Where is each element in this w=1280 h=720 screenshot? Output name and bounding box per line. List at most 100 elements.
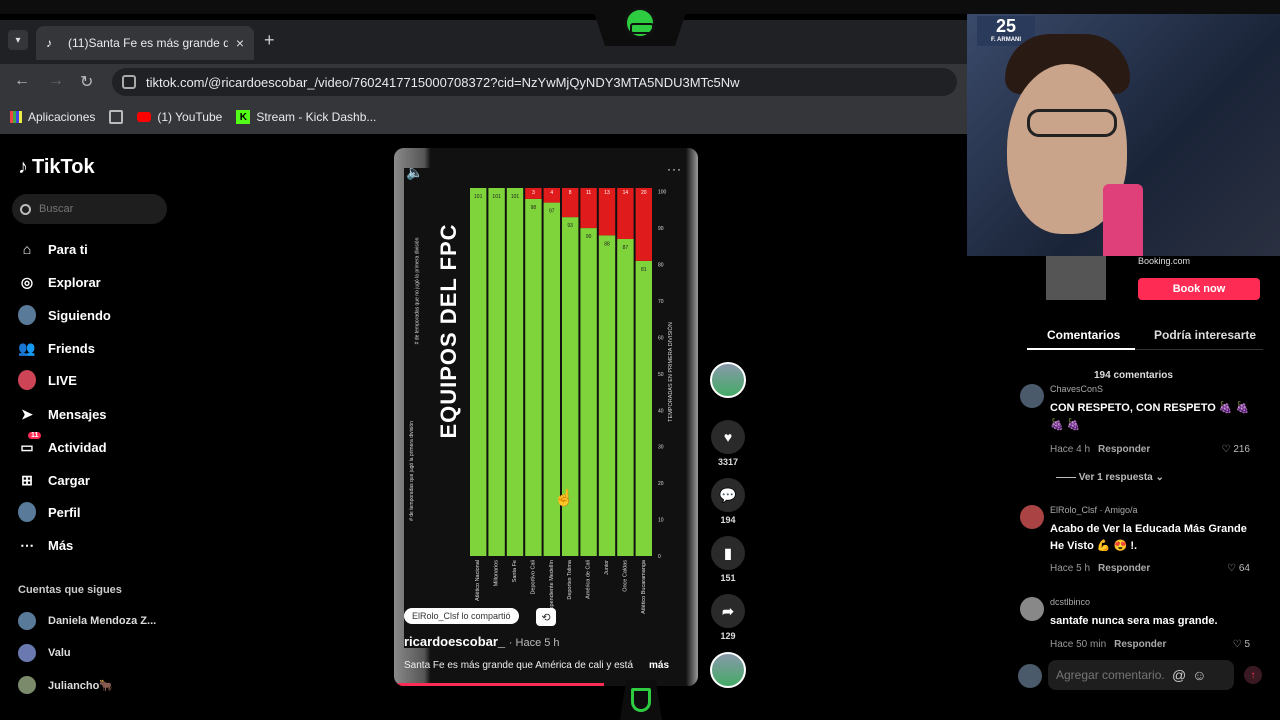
- more-options-icon[interactable]: ···: [667, 162, 682, 176]
- nav-friends[interactable]: 👥 Friends: [18, 339, 95, 357]
- caption-text: Santa Fe es más grande que América de ca…: [404, 660, 634, 671]
- share-button[interactable]: ➦ 129: [708, 594, 748, 641]
- avatar[interactable]: [1020, 384, 1044, 408]
- bar-value-label: 93: [567, 223, 573, 229]
- comment-input[interactable]: [1056, 668, 1166, 682]
- mention-icon[interactable]: @: [1172, 667, 1186, 683]
- forward-icon[interactable]: →: [48, 72, 64, 90]
- category-label: América de Cali: [586, 560, 592, 599]
- heart-icon: ♥: [711, 420, 745, 454]
- bookmark-youtube[interactable]: (1) YouTube: [137, 110, 222, 124]
- nav-perfil[interactable]: Perfil: [18, 502, 81, 522]
- more-link[interactable]: más: [649, 660, 669, 671]
- category-label: Junior: [604, 560, 610, 575]
- video-author[interactable]: ricardoescobar_ · Hace 5 h: [404, 634, 560, 649]
- y-tick-label: 0: [658, 554, 661, 560]
- new-tab-icon[interactable]: +: [264, 30, 275, 51]
- avatar[interactable]: [1020, 597, 1044, 621]
- search-input[interactable]: [39, 203, 149, 215]
- following-account[interactable]: Daniela Mendoza Z...: [18, 612, 156, 630]
- following-account[interactable]: Julianchо🐂: [18, 676, 113, 694]
- tiktok-logo[interactable]: ♪ TikTok: [18, 156, 95, 179]
- bar-value-label: 101: [492, 194, 501, 200]
- save-button[interactable]: ▮ 151: [708, 536, 748, 583]
- site-settings-icon[interactable]: [122, 75, 136, 89]
- comment-author[interactable]: dcstlbinco: [1050, 597, 1090, 607]
- nav-siguiendo[interactable]: Siguiendo: [18, 305, 111, 325]
- emoji-icon[interactable]: ☺: [1192, 667, 1206, 683]
- repost-icon[interactable]: ⟲: [536, 608, 556, 626]
- ad-thumbnail: [1046, 256, 1106, 300]
- video-progress[interactable]: [394, 683, 604, 686]
- comments-tabs: Comentarios Podría interesarte: [1027, 322, 1263, 350]
- compass-icon: ◎: [20, 273, 34, 290]
- view-replies-link[interactable]: —— Ver 1 respuesta ⌄: [1056, 472, 1164, 483]
- comment-author[interactable]: ChavesConS: [1050, 384, 1103, 394]
- close-tab-icon[interactable]: ×: [236, 35, 244, 51]
- bookmark-apps[interactable]: Aplicaciones: [10, 110, 95, 124]
- comment-like-button[interactable]: ♡ 216: [1222, 444, 1250, 455]
- back-icon[interactable]: ←: [14, 72, 30, 90]
- bookmark-label: (1) YouTube: [157, 110, 223, 124]
- reply-button[interactable]: Responder: [1098, 444, 1150, 455]
- following-account[interactable]: Valu: [18, 644, 71, 662]
- category-label: Santa Fe: [512, 560, 518, 582]
- address-bar[interactable]: tiktok.com/@ricardoescobar_/video/760241…: [112, 68, 957, 96]
- comment-author[interactable]: ElRolo_Clsf · Amigo/a: [1050, 505, 1138, 515]
- reply-button[interactable]: Responder: [1114, 639, 1166, 650]
- shield-icon: [631, 688, 651, 712]
- following-avatar-icon: [18, 305, 36, 325]
- sound-disc-button[interactable]: [708, 652, 748, 688]
- comment-input-box[interactable]: @ ☺: [1048, 660, 1234, 690]
- bar-value-label: 13: [604, 190, 610, 196]
- search-box[interactable]: [12, 194, 167, 224]
- nav-cargar[interactable]: ⊞ Cargar: [18, 471, 90, 489]
- nav-label: Para ti: [48, 241, 88, 257]
- bar-value-label: 97: [549, 209, 555, 215]
- like-count: 3317: [717, 457, 739, 467]
- post-time: · Hace 5 h: [508, 637, 560, 649]
- nav-mensajes[interactable]: ➤ Mensajes: [18, 405, 106, 423]
- bar-value-label: 101: [474, 194, 483, 200]
- bar-played: [525, 198, 542, 556]
- browser-tab[interactable]: ♪ (11)Santa Fe es más grande que ×: [36, 26, 254, 60]
- volume-icon[interactable]: 🔈: [406, 164, 423, 181]
- nav-actividad[interactable]: ▭ 11 Actividad: [18, 432, 107, 456]
- y-tick-label: 20: [658, 481, 664, 487]
- nav-para-ti[interactable]: ⌂ Para ti: [18, 240, 88, 258]
- tab-groups-icon[interactable]: [109, 110, 124, 124]
- comment-button[interactable]: 💬 194: [708, 478, 748, 525]
- comment-like-button[interactable]: ♡ 5: [1233, 639, 1250, 650]
- tab-comentarios[interactable]: Comentarios: [1047, 328, 1120, 342]
- comment-like-button[interactable]: ♡ 64: [1227, 563, 1250, 574]
- ad-site: Booking.com: [1138, 256, 1191, 266]
- reply-button[interactable]: Responder: [1098, 563, 1150, 574]
- nav-explorar[interactable]: ◎ Explorar: [18, 273, 101, 291]
- avatar: [710, 362, 746, 398]
- apps-grid-icon: [10, 111, 22, 123]
- shared-by-pill[interactable]: ElRolo_Clsf lo compartió: [404, 608, 519, 624]
- tab-search-dropdown-icon[interactable]: ▾: [8, 30, 28, 50]
- inbox-icon: ▭ 11: [18, 432, 42, 456]
- nav-mas[interactable]: ⋯ Más: [18, 536, 73, 554]
- reload-icon[interactable]: ↻: [80, 72, 93, 92]
- nav-live[interactable]: LIVE: [18, 370, 77, 390]
- send-comment-icon[interactable]: ↑: [1244, 666, 1262, 684]
- book-now-button[interactable]: Book now: [1138, 278, 1260, 300]
- tab-podria-interesarte[interactable]: Podría interesarte: [1154, 328, 1256, 342]
- bar-played: [470, 188, 487, 556]
- like-button[interactable]: ♥ 3317: [708, 420, 748, 467]
- nav-label: Explorar: [48, 274, 101, 290]
- author-avatar-button[interactable]: [708, 362, 748, 398]
- ad-banner[interactable]: Booking.com Book now: [1020, 256, 1260, 300]
- bar-played: [617, 239, 634, 557]
- video-player[interactable]: EQUIPOS DEL FPC # de temporadas que no j…: [394, 148, 698, 686]
- avatar[interactable]: [1020, 505, 1044, 529]
- category-label: Deportes Tolima: [567, 559, 573, 600]
- comment-icon: 💬: [711, 478, 745, 512]
- bookmark-kick[interactable]: K Stream - Kick Dashb...: [236, 110, 376, 124]
- bar-value-label: 90: [586, 234, 592, 240]
- url-text: tiktok.com/@ricardoescobar_/video/760241…: [146, 74, 740, 90]
- bar-chart: 101 Atlético Nacional 101 Millonarios 101 San…: [470, 188, 674, 617]
- account-name: Julianchо🐂: [48, 679, 114, 692]
